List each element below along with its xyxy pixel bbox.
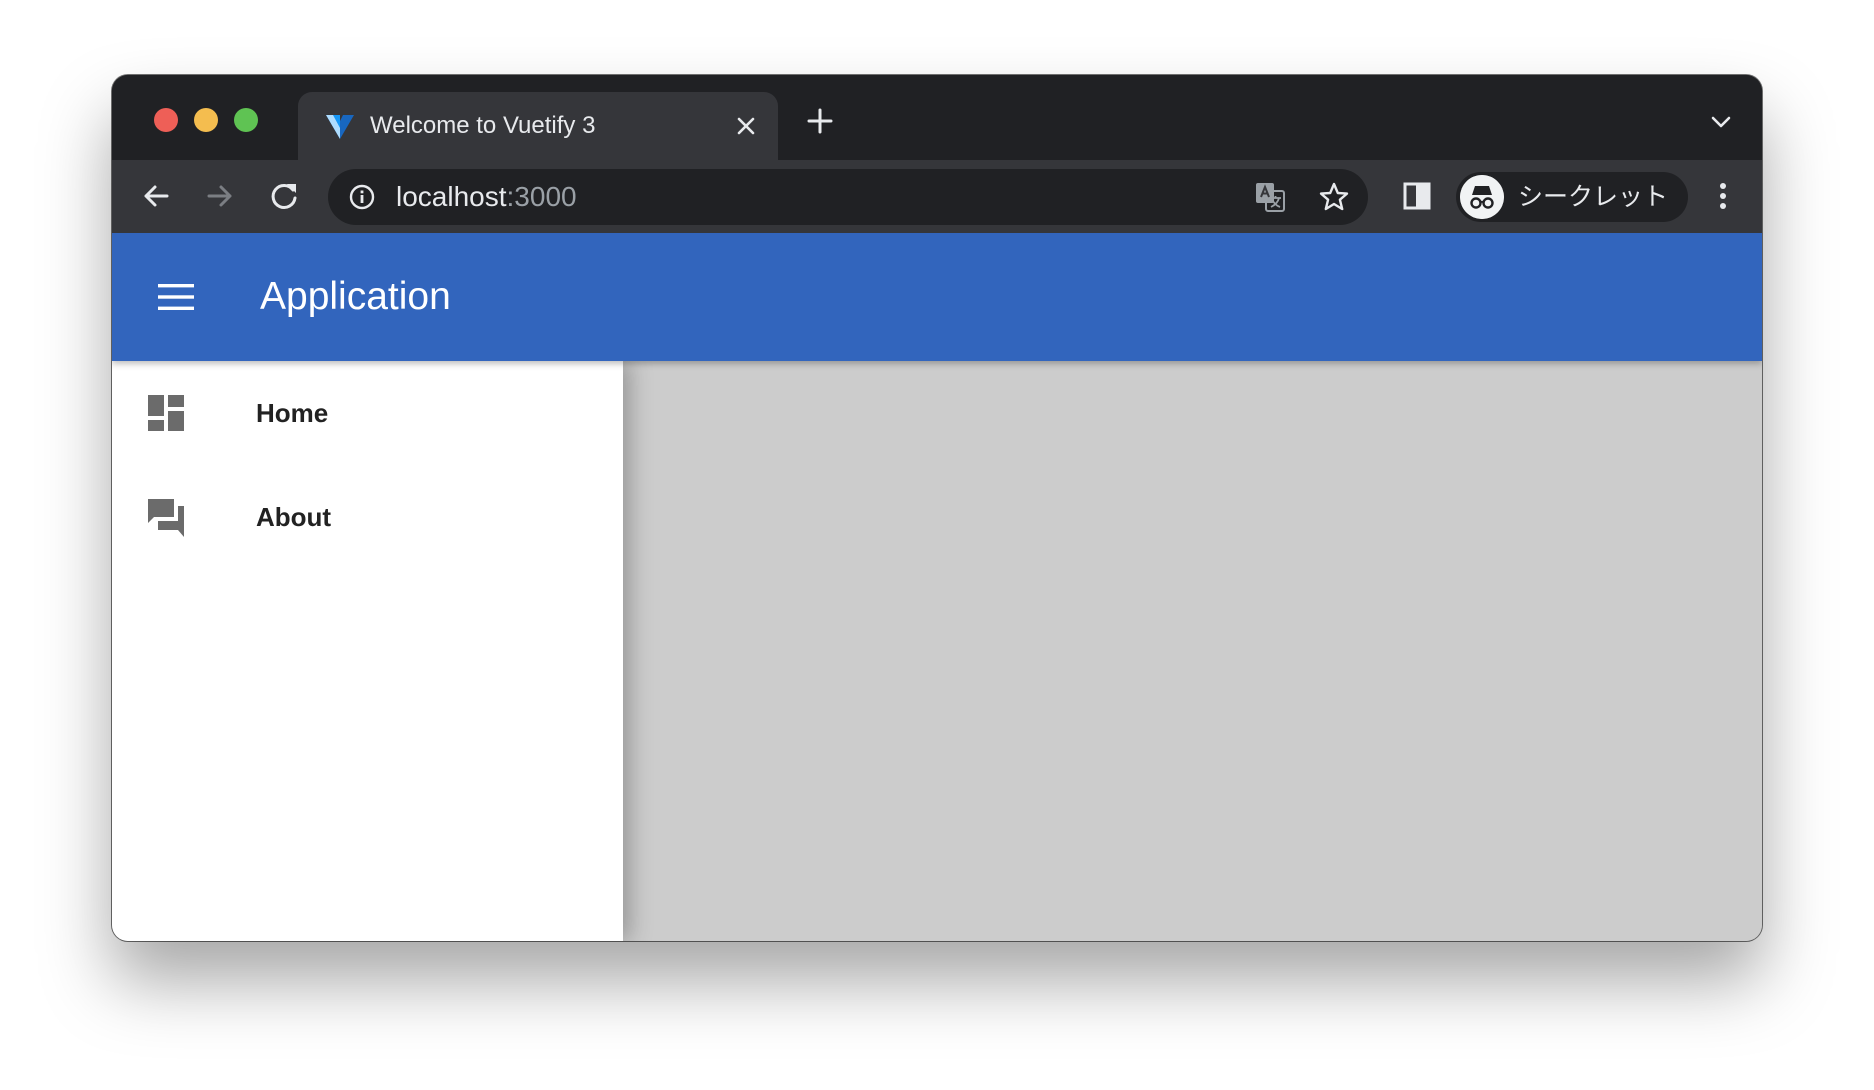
- address-port: :3000: [506, 181, 577, 212]
- window-minimize-button[interactable]: [194, 108, 218, 132]
- info-icon[interactable]: [348, 183, 376, 211]
- app-bar: Application: [112, 233, 1762, 361]
- window-close-button[interactable]: [154, 108, 178, 132]
- arrow-left-icon[interactable]: [137, 177, 175, 215]
- forum-icon: [148, 499, 184, 537]
- hamburger-menu-icon[interactable]: [156, 279, 196, 315]
- browser-window: Welcome to Vuetify 3 localhost:3000 シークレ…: [112, 75, 1762, 941]
- main-content: [623, 361, 1762, 941]
- chevron-down-icon[interactable]: [1708, 109, 1734, 135]
- address-url[interactable]: localhost:3000: [396, 169, 577, 225]
- navigation-drawer: Home About: [112, 361, 623, 941]
- star-icon[interactable]: [1318, 181, 1350, 213]
- side-panel-icon[interactable]: [1398, 177, 1436, 215]
- nav-item-label: About: [256, 502, 332, 532]
- vuetify-logo-icon: [326, 115, 354, 139]
- incognito-icon: [1460, 175, 1504, 219]
- dashboard-icon: [148, 395, 184, 431]
- profile-label: シークレット: [1518, 182, 1669, 211]
- nav-item-label: Home: [256, 398, 329, 428]
- tab-strip: Welcome to Vuetify 3: [112, 75, 1762, 160]
- reload-icon[interactable]: [265, 177, 303, 215]
- translate-icon[interactable]: [1254, 181, 1286, 213]
- nav-item-about[interactable]: About: [112, 465, 623, 569]
- browser-toolbar: localhost:3000 シークレット: [112, 160, 1762, 233]
- address-host: localhost: [396, 181, 507, 212]
- kebab-menu-icon[interactable]: [1704, 177, 1742, 215]
- tab-title: Welcome to Vuetify 3: [370, 112, 596, 139]
- plus-icon[interactable]: [804, 105, 836, 137]
- arrow-right-icon[interactable]: [201, 177, 239, 215]
- browser-tab-active[interactable]: Welcome to Vuetify 3: [298, 92, 778, 160]
- nav-item-home[interactable]: Home: [112, 361, 623, 465]
- address-bar[interactable]: localhost:3000: [328, 169, 1368, 225]
- page-viewport: Application Home About: [112, 233, 1762, 941]
- window-zoom-button[interactable]: [234, 108, 258, 132]
- incognito-profile-button[interactable]: シークレット: [1456, 172, 1688, 222]
- close-icon[interactable]: [732, 112, 760, 140]
- app-title: Application: [260, 275, 451, 318]
